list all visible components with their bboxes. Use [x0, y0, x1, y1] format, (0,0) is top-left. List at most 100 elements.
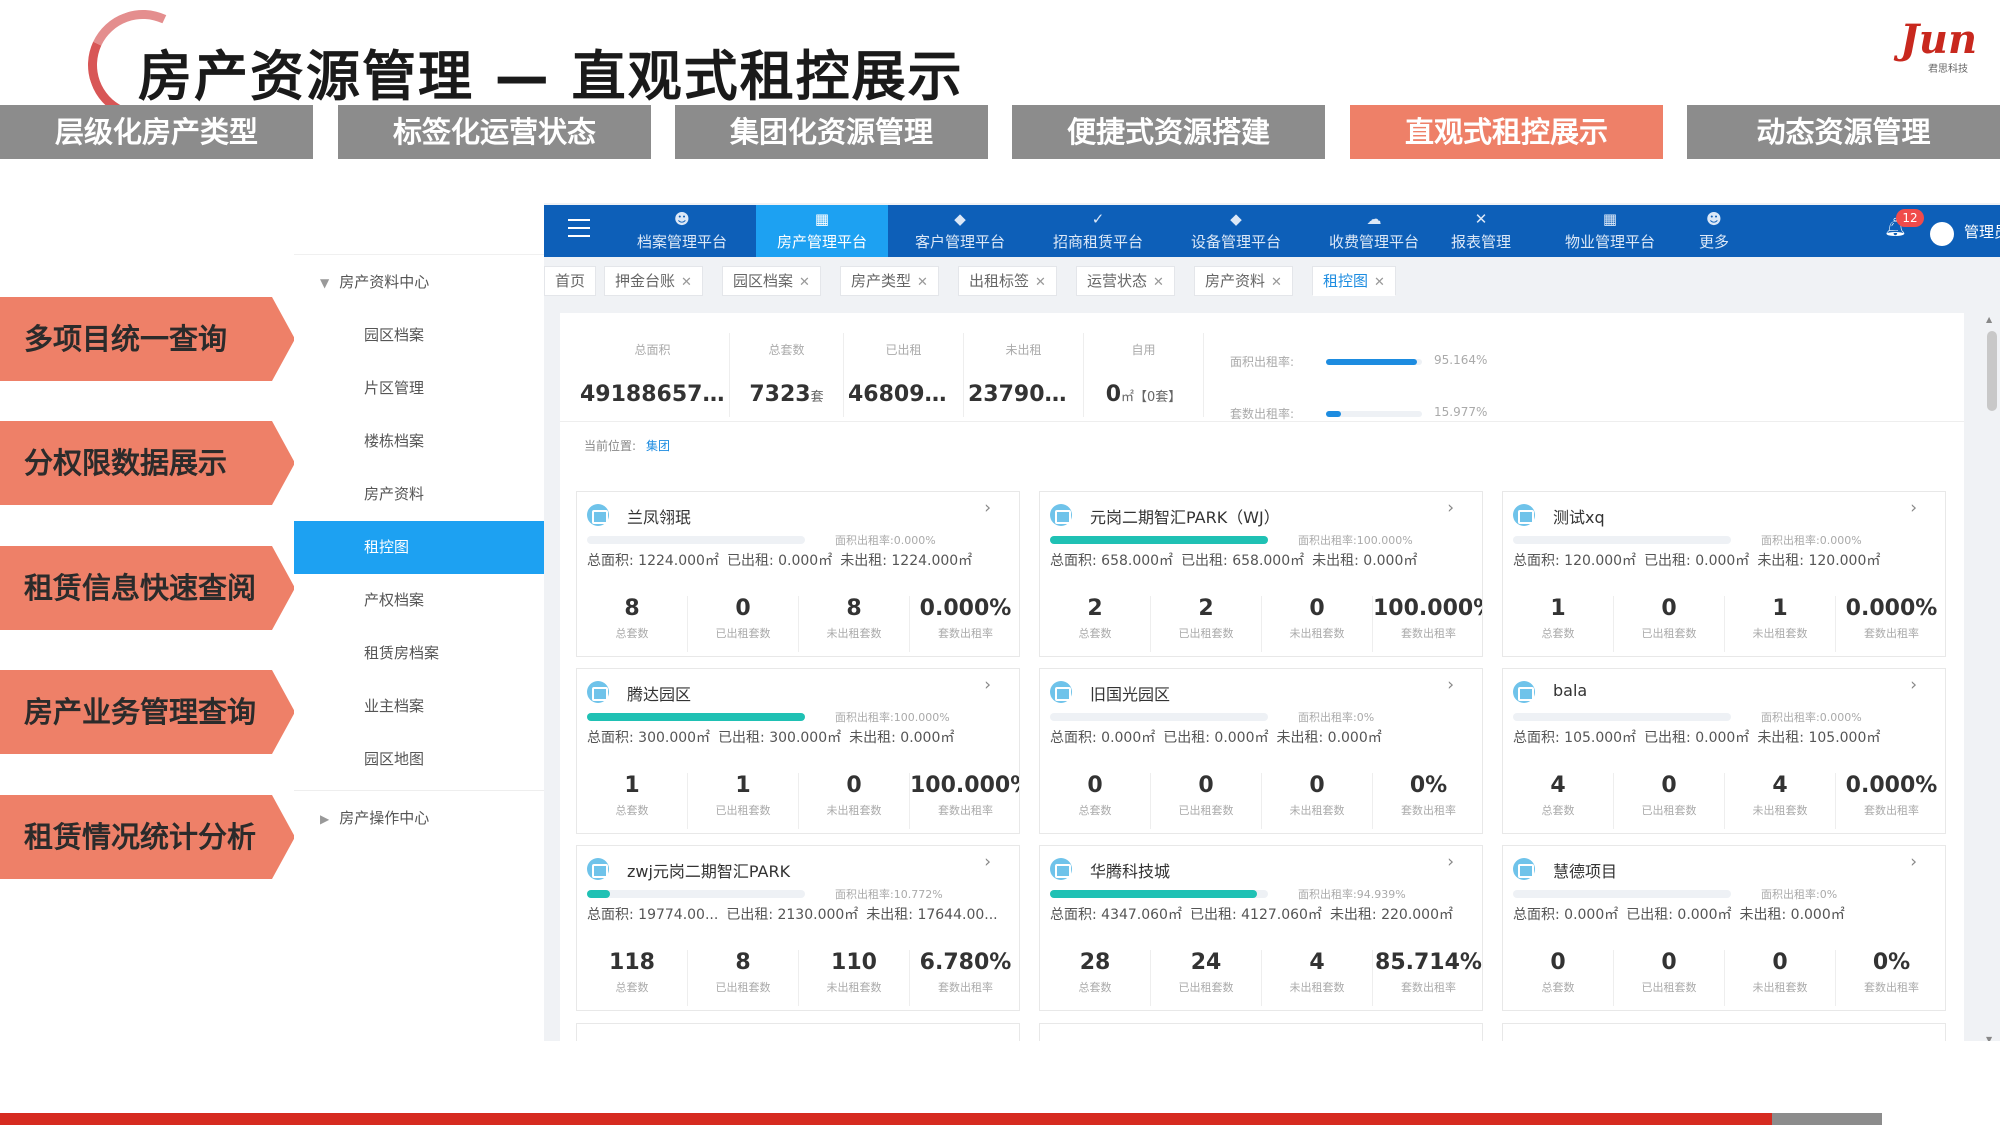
nav-leasing-platform[interactable]: ✓ 招商租赁平台 — [1032, 205, 1164, 257]
rented-area: 已出租: 0.000㎡ — [1644, 730, 1750, 746]
unit-stats: 1 总套数 0 已出租套数 1 未出租套数 0.000% 套数出租率 — [1503, 596, 1945, 652]
breadcrumb-current[interactable]: 集团 — [646, 439, 670, 453]
unit-stat-label: 套数出租率 — [938, 981, 993, 994]
scroll-down-icon[interactable]: ▼ — [1986, 1035, 1992, 1041]
app-screenshot: ▼ 房产资料中心 园区档案 片区管理 楼栋档案 房产资料 租控图 产权档案 租赁房… — [294, 203, 2000, 1041]
rent-control-panel: 总面积 49188657.9... 总套数 7323套 已出租 4680965.… — [560, 313, 1964, 1041]
nav-device-platform[interactable]: ◆ 设备管理平台 — [1170, 205, 1302, 257]
sidebar-item-park-archive[interactable]: 园区档案 — [294, 309, 544, 362]
sidebar-item-property-right-archive[interactable]: 产权档案 — [294, 574, 544, 627]
page-tab-rent-control-map-active[interactable]: 租控图 ✕ — [1312, 266, 1396, 296]
footer-red-bar — [0, 1113, 1772, 1125]
unit-stat-value: 1 — [735, 773, 751, 798]
top-tab-3[interactable]: 便捷式资源搭建 — [1012, 105, 1325, 159]
close-icon[interactable]: ✕ — [681, 275, 692, 290]
unit-stats: 8 总套数 0 已出租套数 8 未出租套数 0.000% 套数出租率 — [577, 596, 1019, 652]
top-tab-5[interactable]: 动态资源管理 — [1687, 105, 2000, 159]
unit-stat-label: 已出租套数 — [1178, 627, 1234, 640]
sidebar-item-rent-control-map[interactable]: 租控图 — [294, 521, 544, 574]
scrollbar-thumb[interactable] — [1987, 331, 1997, 411]
top-tab-4-active[interactable]: 直观式租控展示 — [1350, 105, 1663, 159]
scroll-up-icon[interactable]: ▲ — [1986, 315, 1992, 324]
nav-fee-platform[interactable]: ☁ 收费管理平台 — [1308, 205, 1440, 257]
area-rate-bar — [587, 713, 805, 721]
avatar[interactable] — [1930, 222, 1954, 246]
page-tab-house-type[interactable]: 房产类型 ✕ — [840, 266, 939, 296]
unit-rate-bar — [1326, 411, 1422, 417]
chevron-right-icon[interactable]: › — [1910, 852, 1917, 872]
close-icon[interactable]: ✕ — [1374, 275, 1385, 290]
total-area: 总面积: 4347.060㎡ — [1050, 907, 1182, 923]
nav-house-platform-active[interactable]: ▦ 房产管理平台 — [756, 205, 888, 257]
chevron-right-icon[interactable]: › — [1910, 498, 1917, 518]
unit-stat-label: 套数出租率 — [1864, 804, 1919, 817]
nav-property-platform[interactable]: ▦ 物业管理平台 — [1544, 205, 1676, 257]
park-name: zwj元岗二期智汇PARK — [627, 862, 791, 881]
close-icon[interactable]: ✕ — [1035, 275, 1046, 290]
unit-stat-label: 套数出租率 — [1401, 627, 1456, 640]
page-tab-operation-status[interactable]: 运营状态 ✕ — [1076, 266, 1175, 296]
unit-stat-label: 总套数 — [615, 627, 649, 640]
park-card[interactable]: 元岗二期智汇PARK（WJ） › 面积出租率:100.000% 总面积: 658.00… — [1039, 491, 1483, 657]
park-card[interactable]: 兰凤翎珉 › 面积出租率:0.000% 总面积: 1224.000㎡ 已出租: 0.00… — [576, 491, 1020, 657]
top-tab-0[interactable]: 层级化房产类型 — [0, 105, 313, 159]
unit-stats: 2 总套数 2 已出租套数 0 未出租套数 100.000% 套数出租率 — [1040, 596, 1482, 652]
close-icon[interactable]: ✕ — [799, 275, 810, 290]
nav-customer-platform[interactable]: ◆ 客户管理平台 — [894, 205, 1026, 257]
page-tab-house-data[interactable]: 房产资料 ✕ — [1194, 266, 1293, 296]
chevron-right-icon[interactable]: › — [1910, 675, 1917, 695]
close-icon[interactable]: ✕ — [1153, 275, 1164, 290]
page-tab-home[interactable]: 首页 — [544, 266, 597, 296]
park-card[interactable]: 华腾科技城 › 面积出租率:94.939% 总面积: 4347.060㎡ 已出租: 41… — [1039, 845, 1483, 1011]
close-icon[interactable]: ✕ — [1271, 275, 1282, 290]
park-card[interactable]: 旧国光园区 › 面积出租率:0% 总面积: 0.000㎡ 已出租: 0.000㎡ 未出租:… — [1039, 668, 1483, 834]
page-tab-deposit-ledger[interactable]: 押金台账 ✕ — [604, 266, 703, 296]
chevron-right-icon[interactable]: › — [984, 498, 991, 518]
chevron-right-icon[interactable]: › — [1447, 852, 1454, 872]
park-card[interactable]: 测试xq › 面积出租率:0.000% 总面积: 120.000㎡ 已出租: 0.000… — [1502, 491, 1946, 657]
park-icon — [1050, 681, 1072, 703]
top-tab-2[interactable]: 集团化资源管理 — [675, 105, 988, 159]
park-card-partial[interactable] — [1502, 1023, 1946, 1041]
page-tab-rental-tag[interactable]: 出租标签 ✕ — [958, 266, 1057, 296]
nav-archive-platform[interactable]: ☻ 档案管理平台 — [616, 205, 748, 257]
sidebar-item-owner-archive[interactable]: 业主档案 — [294, 680, 544, 733]
unit-stats: 4 总套数 0 已出租套数 4 未出租套数 0.000% 套数出租率 — [1503, 773, 1945, 829]
park-card[interactable]: 慧德项目 › 面积出租率:0% 总面积: 0.000㎡ 已出租: 0.000㎡ 未出租: … — [1502, 845, 1946, 1011]
menu-toggle-icon[interactable] — [568, 219, 590, 237]
park-card-partial[interactable] — [1039, 1023, 1483, 1041]
chevron-right-icon[interactable]: › — [984, 852, 991, 872]
park-card-partial[interactable] — [576, 1023, 1020, 1041]
unit-stat-label: 总套数 — [1541, 804, 1575, 817]
user-name[interactable]: 管理员1 — [1964, 221, 2000, 242]
park-card[interactable]: 腾达园区 › 面积出租率:100.000% 总面积: 300.000㎡ 已出租: 300… — [576, 668, 1020, 834]
unit-stat: 1 已出租套数 — [688, 773, 799, 829]
page-tab-park-archive[interactable]: 园区档案 ✕ — [722, 266, 821, 296]
sidebar-item-building-archive[interactable]: 楼栋档案 — [294, 415, 544, 468]
sidebar-group-house-data[interactable]: ▼ 房产资料中心 — [294, 255, 544, 309]
chevron-right-icon[interactable]: › — [1447, 498, 1454, 518]
sidebar-item-zone-management[interactable]: 片区管理 — [294, 362, 544, 415]
stat-value: 2379000... — [968, 382, 1083, 407]
unit-stat-label: 总套数 — [615, 804, 649, 817]
area-rate-fill — [1050, 890, 1257, 898]
footer-grey-bar — [1772, 1113, 1882, 1125]
park-card[interactable]: bala › 面积出租率:0.000% 总面积: 105.000㎡ 已出租: 0.000… — [1502, 668, 1946, 834]
unit-stat: 0 已出租套数 — [1614, 773, 1725, 829]
nav-report-management[interactable]: ✕ 报表管理 — [1426, 205, 1536, 257]
sidebar-item-leased-house-archive[interactable]: 租赁房档案 — [294, 627, 544, 680]
scrollbar[interactable]: ▲ ▼ — [1982, 313, 2000, 1041]
chevron-right-icon[interactable]: › — [984, 675, 991, 695]
top-tab-1[interactable]: 标签化运营状态 — [338, 105, 651, 159]
rented-area: 已出租: 300.000㎡ — [718, 730, 842, 746]
sidebar-group-house-operation[interactable]: ▶ 房产操作中心 — [294, 791, 544, 845]
page-tab-label: 房产资料 — [1205, 272, 1266, 290]
sidebar-item-house-data[interactable]: 房产资料 — [294, 468, 544, 521]
close-icon[interactable]: ✕ — [917, 275, 928, 290]
chevron-right-icon[interactable]: › — [1447, 675, 1454, 695]
area-rate-text: 面积出租率:100.000% — [1298, 534, 1413, 547]
park-card[interactable]: zwj元岗二期智汇PARK › 面积出租率:10.772% 总面积: 19774.00… — [576, 845, 1020, 1011]
sidebar-item-park-map[interactable]: 园区地图 — [294, 733, 544, 786]
nav-more[interactable]: ☻ 更多 — [1674, 205, 1754, 257]
area-rate-bar — [1513, 536, 1731, 544]
